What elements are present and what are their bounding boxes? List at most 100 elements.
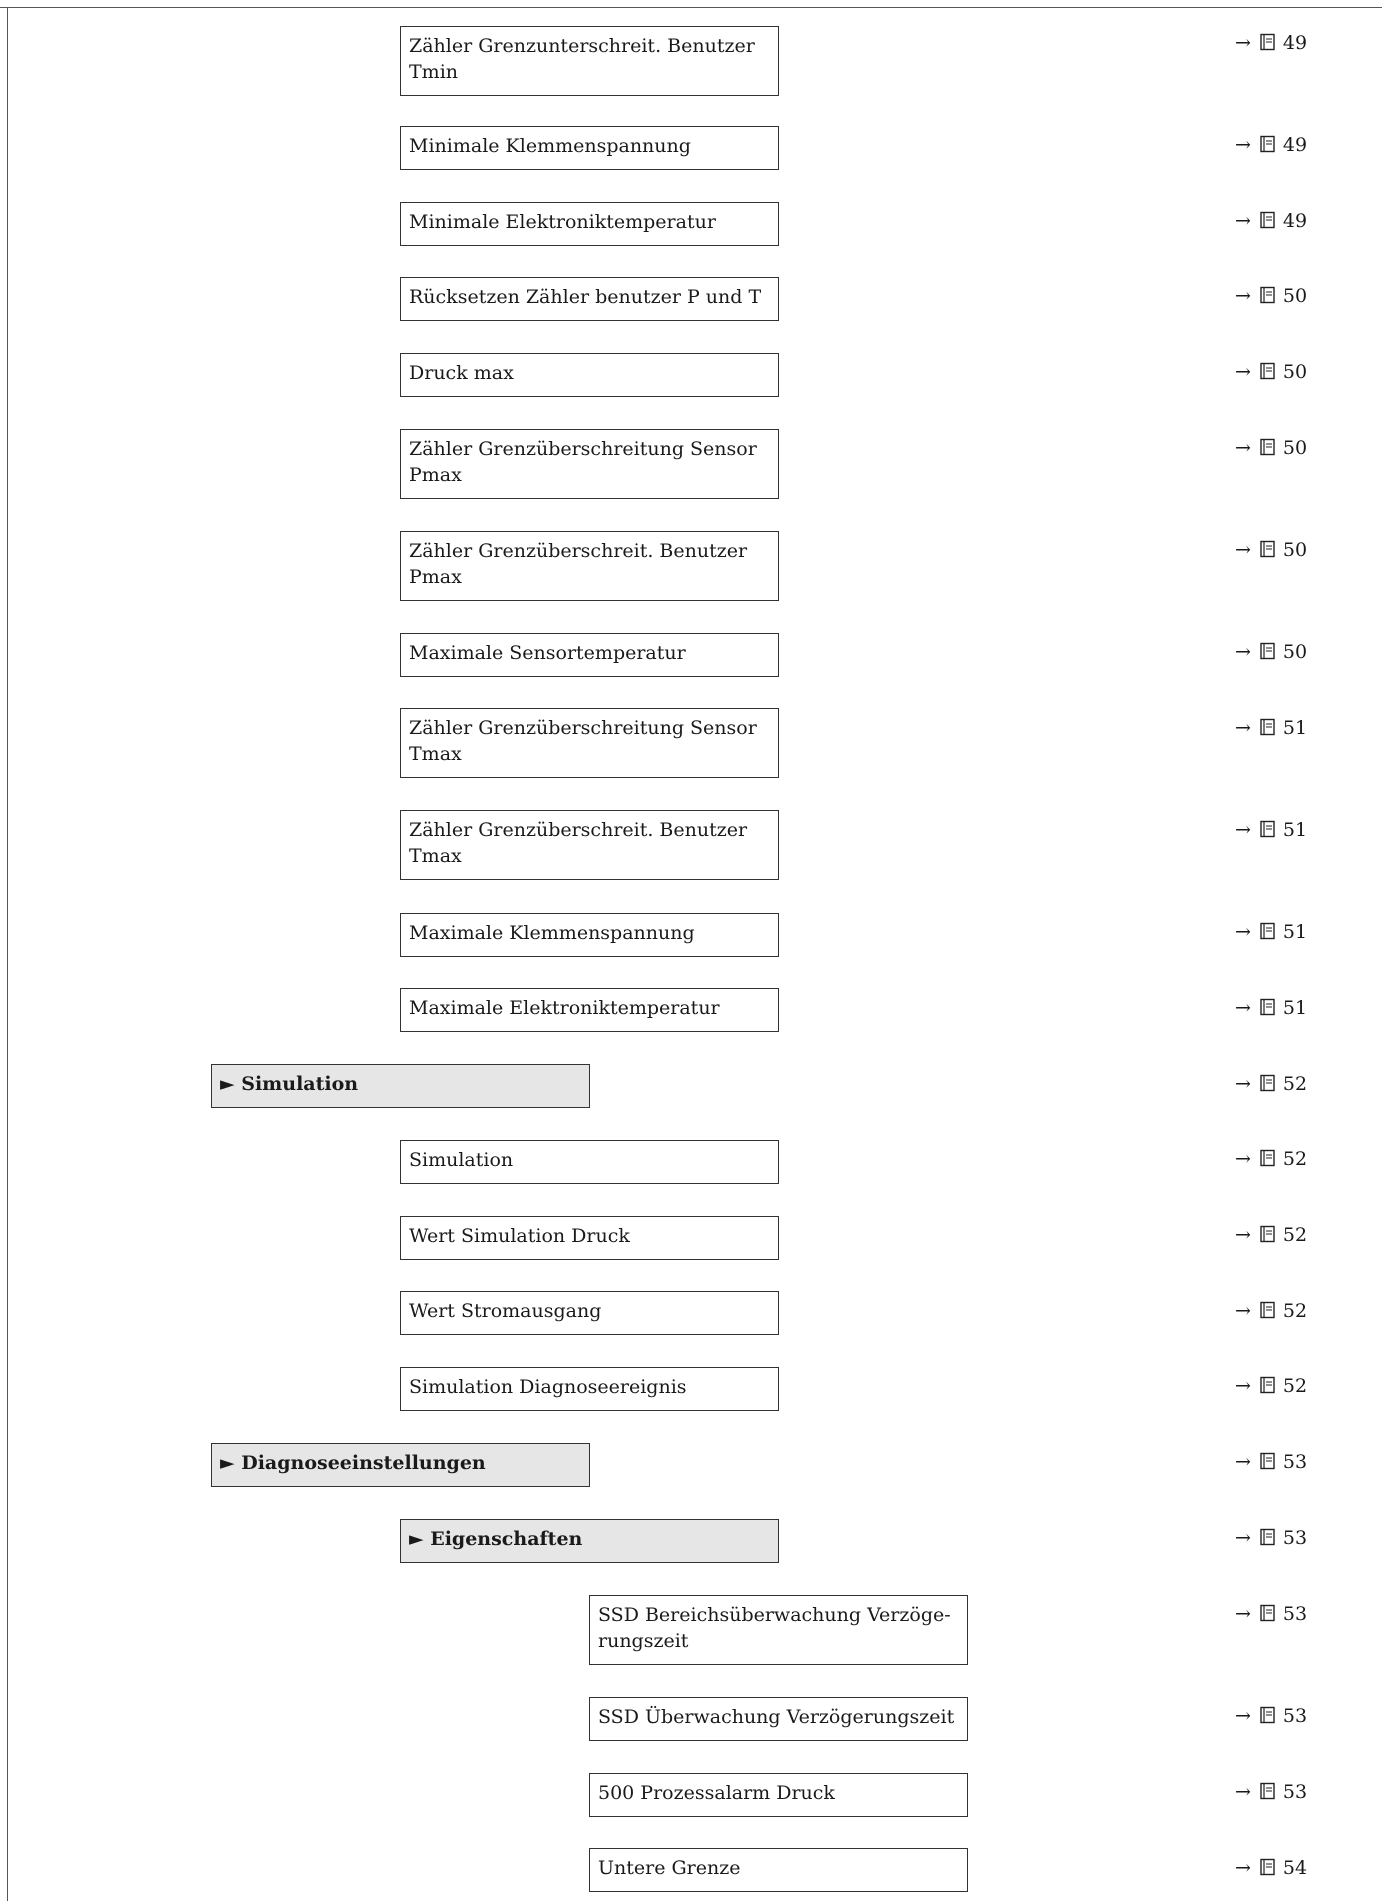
item-label: 500 Prozessalarm Druck — [598, 1782, 835, 1804]
menu-item-druck-max[interactable]: Druck max — [400, 353, 779, 397]
arrow-icon: → — [1235, 1073, 1251, 1095]
menu-item-wert-simulation-druck[interactable]: Wert Simulation Druck — [400, 1216, 779, 1260]
menu-item-wert-stromausgang[interactable]: Wert Stromausgang — [400, 1291, 779, 1335]
item-label: Wert Simulation Druck — [409, 1225, 630, 1247]
book-icon — [1259, 539, 1277, 565]
menu-item-minimale-klemmenspannung[interactable]: Minimale Klemmenspannung — [400, 126, 779, 170]
page-ref[interactable]: → 52 — [1235, 1222, 1307, 1250]
book-icon — [1259, 1527, 1277, 1553]
page-number: 50 — [1282, 361, 1308, 383]
page-number: 50 — [1282, 539, 1308, 561]
item-label: Zähler Grenzüberschreit. Benutzer Tmax — [409, 819, 748, 867]
page-number: 52 — [1282, 1300, 1308, 1322]
book-icon — [1259, 1300, 1277, 1326]
page-ref[interactable]: → 51 — [1235, 995, 1307, 1023]
menu-item-maximale-elektroniktemperatur[interactable]: Maximale Elektroniktemperatur — [400, 988, 779, 1032]
page-ref[interactable]: → 53 — [1235, 1703, 1307, 1731]
item-label: Untere Grenze — [598, 1857, 741, 1879]
arrow-icon: → — [1235, 361, 1251, 383]
item-label: SSD Bereichsüberwachung Verzöge-rungszei… — [598, 1604, 951, 1652]
menu-item-ssd-bereichsueberwachung[interactable]: SSD Bereichsüberwachung Verzöge-rungszei… — [589, 1595, 968, 1665]
menu-item-zaehler-grenzunterschreit-benutzer-tmin[interactable]: Zähler Grenzunterschreit. Benutzer Tmin — [400, 26, 779, 96]
book-icon — [1259, 921, 1277, 947]
menu-item-zaehler-grenzueberschreit-benutzer-pmax[interactable]: Zähler Grenzüberschreit. Benutzer Pmax — [400, 531, 779, 601]
menu-item-maximale-sensortemperatur[interactable]: Maximale Sensortemperatur — [400, 633, 779, 677]
book-icon — [1259, 437, 1277, 463]
item-label: Simulation — [409, 1149, 514, 1171]
arrow-icon: → — [1235, 1300, 1251, 1322]
menu-item-zaehler-grenzueberschreitung-sensor-tmax[interactable]: Zähler Grenzüberschreitung Sensor Tmax — [400, 708, 779, 778]
menu-group-diagnoseeinstellungen[interactable]: ► Diagnoseeinstellungen — [211, 1443, 590, 1487]
page-ref[interactable]: → 54 — [1235, 1855, 1307, 1883]
page-ref[interactable]: → 50 — [1235, 537, 1307, 565]
page-ref[interactable]: → 49 — [1235, 132, 1307, 160]
page-number: 53 — [1282, 1705, 1308, 1727]
menu-item-simulation-diagnoseereignis[interactable]: Simulation Diagnoseereignis — [400, 1367, 779, 1411]
arrow-icon: → — [1235, 32, 1251, 54]
arrow-icon: → — [1235, 539, 1251, 561]
page-ref[interactable]: → 53 — [1235, 1449, 1307, 1477]
arrow-icon: → — [1235, 921, 1251, 943]
book-icon — [1259, 134, 1277, 160]
menu-group-eigenschaften[interactable]: ► Eigenschaften — [400, 1519, 779, 1563]
page-ref[interactable]: → 51 — [1235, 817, 1307, 845]
item-label: Minimale Elektroniktemperatur — [409, 211, 716, 233]
menu-item-untere-grenze[interactable]: Untere Grenze — [589, 1848, 968, 1892]
book-icon — [1259, 1451, 1277, 1477]
item-label: Wert Stromausgang — [409, 1300, 602, 1322]
page-number: 50 — [1282, 437, 1308, 459]
arrow-icon: → — [1235, 997, 1251, 1019]
page-ref[interactable]: → 52 — [1235, 1071, 1307, 1099]
page-number: 49 — [1282, 32, 1308, 54]
menu-item-zaehler-grenzueberschreitung-sensor-pmax[interactable]: Zähler Grenzüberschreitung Sensor Pmax — [400, 429, 779, 499]
menu-group-simulation[interactable]: ► Simulation — [211, 1064, 590, 1108]
page-ref[interactable]: → 51 — [1235, 715, 1307, 743]
page-ref[interactable]: → 53 — [1235, 1525, 1307, 1553]
book-icon — [1259, 1148, 1277, 1174]
item-label: Maximale Klemmenspannung — [409, 922, 695, 944]
menu-item-maximale-klemmenspannung[interactable]: Maximale Klemmenspannung — [400, 913, 779, 957]
page-ref[interactable]: → 51 — [1235, 919, 1307, 947]
page-ref[interactable]: → 50 — [1235, 639, 1307, 667]
item-label: Minimale Klemmenspannung — [409, 135, 691, 157]
page-number: 53 — [1282, 1603, 1308, 1625]
book-icon — [1259, 1224, 1277, 1250]
page-ref[interactable]: → 53 — [1235, 1601, 1307, 1629]
arrow-icon: → — [1235, 285, 1251, 307]
book-icon — [1259, 1375, 1277, 1401]
item-label: Maximale Sensortemperatur — [409, 642, 686, 664]
item-label: Zähler Grenzunterschreit. Benutzer Tmin — [409, 35, 755, 83]
arrow-icon: → — [1235, 1857, 1251, 1879]
arrow-icon: → — [1235, 717, 1251, 739]
menu-item-simulation[interactable]: Simulation — [400, 1140, 779, 1184]
page-ref[interactable]: → 52 — [1235, 1298, 1307, 1326]
page-number: 53 — [1282, 1451, 1308, 1473]
page-ref[interactable]: → 53 — [1235, 1779, 1307, 1807]
arrow-icon: → — [1235, 437, 1251, 459]
arrow-icon: → — [1235, 1781, 1251, 1803]
page-ref[interactable]: → 49 — [1235, 208, 1307, 236]
page-number: 52 — [1282, 1375, 1308, 1397]
page-ref[interactable]: → 49 — [1235, 30, 1307, 58]
arrow-icon: → — [1235, 1451, 1251, 1473]
page-ref[interactable]: → 50 — [1235, 435, 1307, 463]
item-label: Rücksetzen Zähler benutzer P und T — [409, 286, 762, 308]
arrow-icon: → — [1235, 210, 1251, 232]
page-ref[interactable]: → 52 — [1235, 1146, 1307, 1174]
arrow-icon: → — [1235, 134, 1251, 156]
menu-item-zaehler-grenzueberschreit-benutzer-tmax[interactable]: Zähler Grenzüberschreit. Benutzer Tmax — [400, 810, 779, 880]
book-icon — [1259, 32, 1277, 58]
menu-item-ssd-ueberwachung[interactable]: SSD Überwachung Verzögerungszeit — [589, 1697, 968, 1741]
item-label: Simulation Diagnoseereignis — [409, 1376, 687, 1398]
book-icon — [1259, 1857, 1277, 1883]
menu-item-minimale-elektroniktemperatur[interactable]: Minimale Elektroniktemperatur — [400, 202, 779, 246]
page-ref[interactable]: → 52 — [1235, 1373, 1307, 1401]
arrow-icon: → — [1235, 1224, 1251, 1246]
page-ref[interactable]: → 50 — [1235, 283, 1307, 311]
page-number: 54 — [1282, 1857, 1308, 1879]
book-icon — [1259, 361, 1277, 387]
page-ref[interactable]: → 50 — [1235, 359, 1307, 387]
menu-item-ruecksetzen-zaehler[interactable]: Rücksetzen Zähler benutzer P und T — [400, 277, 779, 321]
menu-item-500-prozessalarm-druck[interactable]: 500 Prozessalarm Druck — [589, 1773, 968, 1817]
book-icon — [1259, 210, 1277, 236]
